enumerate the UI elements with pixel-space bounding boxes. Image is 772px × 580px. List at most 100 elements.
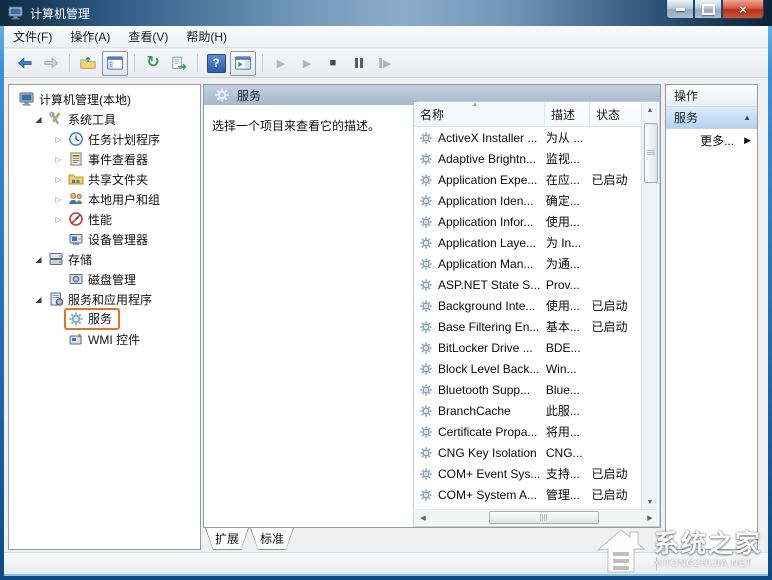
service-row-11[interactable]: BitLocker Drive ... BDE... xyxy=(415,337,643,358)
refresh-button[interactable]: ↻ xyxy=(141,52,165,75)
service-row-1[interactable]: ActiveX Installer ... 为从 ... xyxy=(415,127,643,148)
wmi-icon xyxy=(68,331,84,347)
tree-item-13[interactable]: WMI 控件 xyxy=(9,329,200,349)
export-list-button[interactable] xyxy=(167,52,191,75)
scroll-up-icon[interactable]: ▲ xyxy=(642,103,658,118)
vertical-scrollbar[interactable]: ▲ ▼ xyxy=(641,103,658,510)
back-button[interactable] xyxy=(13,52,37,75)
toolbar-separator xyxy=(69,54,70,72)
tree-item-9[interactable]: ◢ 存储 xyxy=(9,249,200,269)
show-console-tree-icon xyxy=(107,55,123,71)
expanded-expander-icon[interactable]: ◢ xyxy=(33,255,44,264)
title-bar[interactable]: 计算机管理 × xyxy=(0,0,772,26)
service-row-4[interactable]: Application Iden... 确定... xyxy=(415,190,643,211)
service-row-18[interactable]: COM+ System A... 管理... 已启动 xyxy=(415,484,643,505)
scroll-right-icon[interactable]: ▶ xyxy=(642,510,658,525)
show-console-tree-button[interactable] xyxy=(102,50,128,76)
tree-item-12[interactable]: 服务 xyxy=(9,308,200,330)
status-bar xyxy=(4,552,768,574)
collapsed-expander-icon[interactable]: ▷ xyxy=(53,135,64,144)
service-description: 管理... xyxy=(545,488,580,502)
column-header-name[interactable]: 名称 ▲ xyxy=(414,102,545,126)
tree-item-4[interactable]: ▷ 事件查看器 xyxy=(9,149,200,169)
row-gear-icon xyxy=(418,466,434,482)
restart-service-button[interactable]: ▶ xyxy=(373,52,397,75)
collapsed-expander-icon[interactable]: ▷ xyxy=(53,195,64,204)
collapse-section-icon[interactable]: ▲ xyxy=(743,113,751,122)
expanded-expander-icon[interactable]: ◢ xyxy=(33,295,44,304)
tree-item-1[interactable]: 计算机管理(本地) xyxy=(9,89,200,109)
service-row-6[interactable]: Application Laye... 为 In... xyxy=(415,232,643,253)
service-row-16[interactable]: CNG Key Isolation CNG... xyxy=(415,442,643,463)
menu-bar: 文件(F) 操作(A) 查看(V) 帮助(H) xyxy=(4,26,768,48)
start-service-button[interactable]: ▶ xyxy=(269,52,293,75)
service-row-9[interactable]: Background Inte... 使用... 已启动 xyxy=(415,295,643,316)
tab-extended[interactable]: 扩展 xyxy=(205,528,249,550)
service-description: Blue... xyxy=(545,382,580,397)
forward-button[interactable] xyxy=(39,52,63,75)
view-tabs: 扩展 标准 xyxy=(203,528,661,550)
services-apps-icon xyxy=(48,291,64,307)
menu-item-2[interactable]: 操作(A) xyxy=(61,25,119,48)
help-button[interactable]: ? xyxy=(204,52,228,75)
service-row-10[interactable]: Base Filtering En... 基本... 已启动 xyxy=(415,316,643,337)
service-row-8[interactable]: ASP.NET State S... Prov... xyxy=(415,274,643,295)
services-icon xyxy=(68,311,84,327)
service-name: Application Laye... xyxy=(438,235,537,250)
stop-service-button[interactable]: ■ xyxy=(321,52,345,75)
column-header-description[interactable]: 描述 xyxy=(545,102,590,126)
collapsed-expander-icon[interactable]: ▷ xyxy=(53,215,64,224)
scroll-down-icon[interactable]: ▼ xyxy=(642,495,658,510)
pause-service-button[interactable] xyxy=(347,52,371,75)
service-row-14[interactable]: BranchCache 此服... xyxy=(415,400,643,421)
tree-item-7[interactable]: ▷ 性能 xyxy=(9,209,200,229)
expanded-expander-icon[interactable]: ◢ xyxy=(33,115,44,124)
menu-item-1[interactable]: 文件(F) xyxy=(4,25,61,48)
tree-item-10[interactable]: 磁盘管理 xyxy=(9,269,200,289)
tree-item-11[interactable]: ◢ 服务和应用程序 xyxy=(9,289,200,309)
pause-service-icon xyxy=(355,58,363,68)
resume-service-icon: ▶ xyxy=(302,57,312,70)
collapsed-expander-icon[interactable]: ▷ xyxy=(53,175,64,184)
up-one-level-button[interactable] xyxy=(76,52,100,75)
show-action-pane-button[interactable] xyxy=(230,50,256,76)
resume-service-button[interactable]: ▶ xyxy=(295,52,319,75)
sort-ascending-icon: ▲ xyxy=(472,102,478,108)
menu-item-3[interactable]: 查看(V) xyxy=(119,25,177,48)
service-row-5[interactable]: Application Infor... 使用... xyxy=(415,211,643,232)
more-actions-item[interactable]: 更多... ▶ xyxy=(666,129,757,151)
service-row-17[interactable]: COM+ Event Sys... 支持... 已启动 xyxy=(415,463,643,484)
vertical-scrollbar-thumb[interactable] xyxy=(644,123,658,183)
row-gear-icon xyxy=(418,487,434,503)
actions-section-services[interactable]: 服务 ▲ xyxy=(666,107,757,129)
service-row-15[interactable]: Certificate Propa... 将用... xyxy=(415,421,643,442)
collapsed-expander-icon[interactable]: ▷ xyxy=(53,155,64,164)
column-header-status[interactable]: 状态 xyxy=(590,102,643,126)
service-row-2[interactable]: Adaptive Brightn... 监视... xyxy=(415,148,643,169)
service-row-12[interactable]: Block Level Back... Win... xyxy=(415,358,643,379)
service-row-7[interactable]: Application Man... 为通... xyxy=(415,253,643,274)
tab-standard[interactable]: 标准 xyxy=(250,528,294,550)
close-button[interactable]: × xyxy=(722,0,764,19)
row-gear-icon xyxy=(418,172,434,188)
tree-item-2[interactable]: ◢ 系统工具 xyxy=(9,109,200,129)
horizontal-scrollbar-thumb[interactable] xyxy=(488,511,599,524)
tree-item-8[interactable]: 设备管理器 xyxy=(9,229,200,249)
menu-item-4[interactable]: 帮助(H) xyxy=(177,25,236,48)
tree-item-5[interactable]: ▷ 共享文件夹 xyxy=(9,169,200,189)
task-scheduler-icon xyxy=(68,131,84,147)
tree-item-6[interactable]: ▷ 本地用户和组 xyxy=(9,189,200,209)
minimize-button[interactable] xyxy=(666,0,694,19)
service-name-cell: Application Expe... xyxy=(415,172,546,188)
maximize-button[interactable] xyxy=(694,0,722,19)
service-row-3[interactable]: Application Expe... 在应... 已启动 xyxy=(415,169,643,190)
service-name-cell: COM+ System A... xyxy=(415,487,546,503)
service-row-13[interactable]: Bluetooth Supp... Blue... xyxy=(415,379,643,400)
row-gear-icon xyxy=(418,340,434,356)
tree-item-3[interactable]: ▷ 任务计划程序 xyxy=(9,129,200,149)
horizontal-scrollbar[interactable]: ◀ ▶ xyxy=(415,509,658,525)
scroll-left-icon[interactable]: ◀ xyxy=(415,510,431,525)
service-description: 将用... xyxy=(545,425,580,439)
tree-item-label: 性能 xyxy=(88,212,113,227)
service-status: 已启动 xyxy=(591,320,628,334)
